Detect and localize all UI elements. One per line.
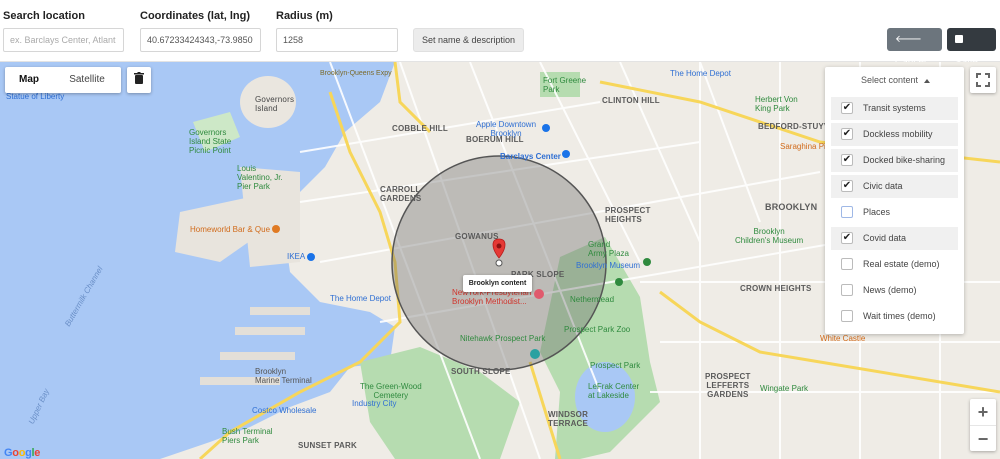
map-label-carroll-gardens: CARROLL GARDENS: [380, 185, 422, 203]
map-label-gowanus: GOWANUS: [455, 232, 499, 241]
map-label-governors-island-park: Governors Island State Picnic Point: [189, 128, 232, 155]
map-label-homeworld: Homeworld Bar & Que: [190, 225, 271, 234]
map-label-home-depot-gowanus: The Home Depot: [330, 294, 391, 303]
content-option-label: Transit systems: [863, 103, 926, 113]
content-option[interactable]: Places: [831, 201, 958, 224]
cancel-button[interactable]: 🡐 Cancel: [887, 28, 942, 68]
checkbox-empty-icon[interactable]: [841, 310, 853, 322]
google-logo: Google: [4, 447, 41, 459]
content-option-label: Civic data: [863, 181, 903, 191]
map-label-windsor-terrace: WINDSOR TERRACE: [548, 410, 589, 428]
content-option-label: Wait times (demo): [863, 311, 936, 321]
map-label-childrens-museum: Brooklyn Children's Museum: [735, 227, 804, 245]
map-type-satellite-button[interactable]: Satellite: [53, 67, 121, 93]
map-label-grand-army-plaza: Grand Army Plaza: [588, 240, 629, 258]
checkbox-checked-icon[interactable]: ✔: [841, 128, 853, 140]
zoom-out-button[interactable]: −: [970, 425, 996, 451]
map-label-white-castle: White Castle: [820, 334, 866, 343]
content-option[interactable]: News (demo): [831, 279, 958, 302]
fullscreen-button[interactable]: [970, 67, 996, 93]
map-label-sunset-park: SUNSET PARK: [298, 441, 357, 450]
checkbox-checked-icon[interactable]: ✔: [841, 180, 853, 192]
map-label-nitehawk: Nitehawk Prospect Park: [460, 334, 546, 343]
map-label-governors-island: Governors Island: [255, 95, 294, 113]
map-label-crown-heights: CROWN HEIGHTS: [740, 284, 812, 293]
content-option-label: News (demo): [863, 285, 917, 295]
marker-info-popup[interactable]: Brooklyn content: [463, 275, 532, 292]
content-option[interactable]: ✔ Dockless mobility: [831, 123, 958, 146]
fullscreen-icon: [976, 73, 990, 87]
checkbox-checked-icon[interactable]: ✔: [841, 102, 853, 114]
select-content-dropdown: Select content ✔ Transit systems ✔ Dockless…: [825, 67, 964, 334]
map-label-brooklyn-museum: Brooklyn Museum: [576, 261, 641, 270]
map-label-cobble-hill: COBBLE HILL: [392, 124, 448, 133]
save-button[interactable]: Save: [947, 28, 996, 68]
coordinates-input[interactable]: [140, 28, 261, 52]
checkbox-checked-icon[interactable]: ✔: [841, 154, 853, 166]
map-label-south-slope: SOUTH SLOPE: [451, 367, 511, 376]
map-label-governors-island-text: Governors Island: [255, 95, 295, 113]
radius-input[interactable]: [276, 28, 398, 52]
map-label-industry-city: Industry City: [352, 399, 397, 408]
map-label-brooklyn-marine-terminal: Brooklyn Marine Terminal: [255, 367, 312, 385]
content-option-label: Dockless mobility: [863, 129, 933, 139]
content-option-label: Docked bike-sharing: [863, 155, 946, 165]
zoom-in-button[interactable]: +: [970, 399, 996, 425]
delete-button[interactable]: [127, 67, 151, 93]
map-label-herbert-von-king-park: Herbert Von King Park: [755, 95, 798, 113]
content-option[interactable]: ✔ Civic data: [831, 175, 958, 198]
zoom-control: + −: [970, 399, 996, 451]
map-label-bq-expressway: Brooklyn-Queens Expy: [320, 70, 392, 77]
map-label-prospect-lefferts: PROSPECT LEFFERTS GARDENS: [705, 372, 751, 399]
content-option-label: Covid data: [863, 233, 907, 243]
map-label-barclays-center: Barclays Center: [500, 152, 561, 161]
checkbox-empty-icon[interactable]: [841, 258, 853, 270]
map-label-wingate-park: Wingate Park: [760, 384, 809, 393]
search-location-label: Search location: [3, 10, 85, 22]
map-label-brooklyn: BROOKLYN: [765, 202, 818, 212]
map-label-green-wood-cemetery: The Green-Wood Cemetery: [360, 382, 422, 400]
checkbox-checked-icon[interactable]: ✔: [841, 232, 853, 244]
content-option-label: Places: [863, 207, 891, 217]
arrow-left-icon: 🡐: [895, 34, 922, 45]
location-form-bar: Search location Coordinates (lat, lng) R…: [0, 0, 1000, 68]
select-content-toggle[interactable]: Select content: [825, 67, 964, 93]
content-option[interactable]: Real estate (demo): [831, 253, 958, 276]
map-type-toggle: Map Satellite: [5, 67, 121, 93]
map-label-apple-downtown: Apple Downtown Brooklyn: [476, 120, 537, 138]
map-type-map-button[interactable]: Map: [5, 67, 53, 93]
checkbox-empty-icon[interactable]: [841, 206, 853, 218]
content-option-label: Real estate (demo): [863, 259, 940, 269]
map-label-home-depot-atlantic: The Home Depot: [670, 69, 731, 78]
map-label-clinton-hill: CLINTON HILL: [602, 96, 660, 105]
map-label-costco: Costco Wholesale: [252, 406, 317, 415]
map-label-fort-greene: Fort Greene Park: [543, 76, 587, 94]
caret-up-icon: [924, 78, 931, 83]
map-label-prospect-heights: PROSPECT HEIGHTS: [605, 206, 651, 224]
content-option[interactable]: ✔ Covid data: [831, 227, 958, 250]
radius-label: Radius (m): [276, 10, 333, 22]
map-label-nethermead: Nethermead: [570, 295, 615, 304]
content-option[interactable]: ✔ Transit systems: [831, 97, 958, 120]
content-option[interactable]: Wait times (demo): [831, 305, 958, 328]
select-content-label: Select content: [861, 75, 919, 85]
map-label-lefrak-center: LeFrak Center at Lakeside: [588, 382, 640, 400]
search-location-input[interactable]: [3, 28, 124, 52]
map-label-valentino-pier: Louis Valentino, Jr. Pier Park: [237, 164, 283, 191]
map-label-prospect-park-zoo: Prospect Park Zoo: [564, 325, 631, 334]
trash-icon: [134, 71, 144, 89]
content-option[interactable]: ✔ Docked bike-sharing: [831, 149, 958, 172]
map-label-ikea: IKEA: [287, 252, 306, 261]
floppy-disk-icon: [955, 35, 963, 43]
coordinates-label: Coordinates (lat, lng): [140, 10, 250, 22]
map-label-bush-terminal: Bush Terminal Piers Park: [222, 427, 273, 445]
checkbox-empty-icon[interactable]: [841, 284, 853, 296]
map-label-statue-of-liberty: Statue of Liberty: [6, 92, 65, 101]
map-label-prospect-park: Prospect Park: [590, 361, 641, 370]
set-name-description-button[interactable]: Set name & description: [413, 28, 525, 52]
